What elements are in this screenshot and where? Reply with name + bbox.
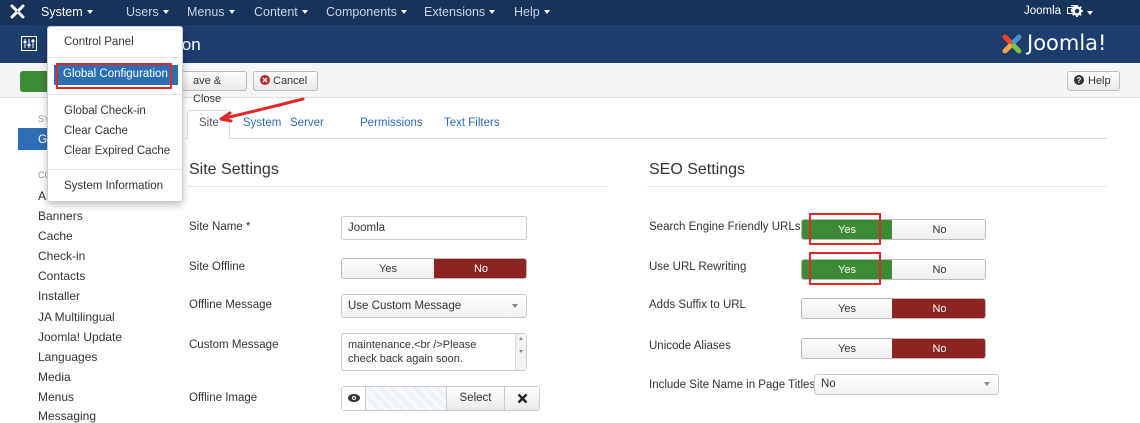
question-icon: ? bbox=[1074, 75, 1084, 85]
site-name-label: Site Name * bbox=[189, 221, 251, 233]
tab-permissions[interactable]: Permissions bbox=[360, 117, 423, 129]
url-suffix-yes[interactable]: Yes bbox=[802, 299, 892, 318]
menu-item-global-check-in[interactable]: Global Check-in bbox=[64, 105, 146, 117]
joomla-brand-icon bbox=[1002, 34, 1022, 54]
site-settings-title: Site Settings bbox=[189, 161, 279, 178]
site-name-input[interactable]: Joomla bbox=[341, 216, 527, 240]
offline-image-media-field: Select bbox=[341, 386, 540, 411]
site-offline-toggle[interactable]: Yes No bbox=[341, 258, 527, 279]
offline-message-select[interactable]: Use Custom Message bbox=[341, 294, 527, 318]
menu-divider bbox=[48, 94, 182, 95]
sidebar-item-check-in[interactable]: Check-in bbox=[38, 249, 85, 263]
unicode-aliases-toggle[interactable]: Yes No bbox=[801, 338, 986, 359]
menu-item-control-panel[interactable]: Control Panel bbox=[64, 36, 134, 48]
highlight-rewriting-yes bbox=[809, 252, 881, 285]
tab-text-filters[interactable]: Text Filters bbox=[444, 117, 500, 129]
site-offline-no[interactable]: No bbox=[434, 259, 526, 278]
highlight-global-configuration bbox=[56, 63, 172, 89]
sidebar-item-installer[interactable]: Installer bbox=[38, 289, 80, 303]
sidebar-item-media[interactable]: Media bbox=[38, 370, 71, 384]
unicode-aliases-yes[interactable]: Yes bbox=[802, 339, 892, 358]
save-button[interactable] bbox=[20, 71, 50, 92]
seo-settings-title: SEO Settings bbox=[649, 161, 746, 178]
sidebar-item-languages[interactable]: Languages bbox=[38, 350, 97, 364]
menu-menus[interactable]: Menus bbox=[187, 5, 235, 19]
joomla-brand: Joomla! bbox=[1000, 30, 1125, 58]
help-button[interactable]: ? Help bbox=[1067, 71, 1120, 91]
menu-divider bbox=[48, 57, 182, 58]
svg-text:?: ? bbox=[1077, 76, 1082, 85]
seo-settings-divider bbox=[647, 186, 1107, 187]
menu-item-clear-cache[interactable]: Clear Cache bbox=[64, 125, 128, 137]
menu-divider bbox=[48, 169, 182, 170]
menu-item-clear-expired-cache[interactable]: Clear Expired Cache bbox=[64, 145, 170, 157]
sidebar-item-active[interactable]: G bbox=[18, 128, 48, 150]
sef-urls-no[interactable]: No bbox=[892, 220, 985, 239]
url-suffix-toggle[interactable]: Yes No bbox=[801, 298, 986, 319]
sitename-titles-select[interactable]: No bbox=[814, 374, 999, 395]
site-settings-divider bbox=[187, 186, 607, 187]
menu-users[interactable]: Users bbox=[126, 5, 169, 19]
joomla-logo-icon[interactable] bbox=[10, 4, 25, 19]
sidebar-item-messaging[interactable]: Messaging bbox=[38, 409, 96, 423]
menu-extensions[interactable]: Extensions bbox=[424, 5, 496, 19]
close-icon bbox=[517, 393, 528, 404]
chevron-down-icon bbox=[512, 304, 518, 308]
select-image-button[interactable]: Select bbox=[446, 387, 504, 410]
clear-image-button[interactable] bbox=[504, 387, 539, 410]
tabs-baseline bbox=[185, 138, 1107, 139]
image-path-input[interactable] bbox=[366, 387, 446, 410]
menu-help[interactable]: Help bbox=[514, 5, 550, 19]
menu-content[interactable]: Content bbox=[254, 5, 308, 19]
url-rewriting-no[interactable]: No bbox=[892, 260, 985, 279]
menu-system[interactable]: System bbox=[41, 5, 93, 19]
offline-message-label: Offline Message bbox=[189, 299, 272, 311]
sidebar-item-contacts[interactable]: Contacts bbox=[38, 269, 85, 283]
cancel-button[interactable]: Cancel bbox=[253, 71, 318, 91]
annotation-arrow bbox=[219, 97, 305, 123]
configuration-icon bbox=[21, 36, 37, 51]
sidebar-item-cache[interactable]: Cache bbox=[38, 229, 73, 243]
save-close-button[interactable]: ave & Close bbox=[183, 71, 247, 105]
url-rewriting-label: Use URL Rewriting bbox=[649, 261, 747, 273]
eye-icon bbox=[348, 394, 360, 402]
url-suffix-label: Adds Suffix to URL bbox=[649, 299, 746, 311]
offline-image-label: Offline Image bbox=[189, 392, 258, 404]
menu-item-system-information[interactable]: System Information bbox=[64, 180, 163, 192]
user-settings-menu[interactable] bbox=[1071, 5, 1093, 20]
system-dropdown-menu: Control Panel Global Configuration Globa… bbox=[47, 26, 183, 202]
sidebar-item-ja-multilingual[interactable]: JA Multilingual bbox=[38, 310, 115, 324]
custom-message-textarea[interactable]: maintenance.<br />Please check back agai… bbox=[341, 333, 527, 371]
textarea-scrollbar[interactable] bbox=[515, 334, 526, 370]
sidebar-item-joomla-update[interactable]: Joomla! Update bbox=[38, 330, 122, 344]
scroll-down-icon bbox=[519, 350, 523, 353]
sidebar-item-menus[interactable]: Menus bbox=[38, 390, 74, 404]
brand-wordmark: Joomla! bbox=[1027, 31, 1107, 55]
scroll-up-icon bbox=[519, 337, 523, 340]
sidebar-item-banners[interactable]: Banners bbox=[38, 209, 83, 223]
sidebar-item-partial[interactable]: A bbox=[38, 189, 46, 203]
custom-message-label: Custom Message bbox=[189, 339, 279, 351]
site-offline-label: Site Offline bbox=[189, 261, 246, 273]
sitename-titles-label: Include Site Name in Page Titles bbox=[649, 379, 816, 391]
cancel-icon bbox=[260, 75, 270, 85]
site-link[interactable]: Joomla bbox=[1024, 5, 1077, 17]
menu-components[interactable]: Components bbox=[326, 5, 407, 19]
gear-icon bbox=[1071, 5, 1083, 17]
url-suffix-no[interactable]: No bbox=[892, 299, 985, 318]
sef-urls-label: Search Engine Friendly URLs bbox=[649, 221, 801, 233]
highlight-sef-yes bbox=[809, 213, 881, 245]
site-offline-yes[interactable]: Yes bbox=[342, 259, 434, 278]
unicode-aliases-no[interactable]: No bbox=[892, 339, 985, 358]
top-navbar: System Users Menus Content Components Ex… bbox=[0, 0, 1140, 25]
preview-button[interactable] bbox=[342, 387, 366, 410]
unicode-aliases-label: Unicode Aliases bbox=[649, 340, 731, 352]
chevron-down-icon bbox=[984, 382, 990, 386]
